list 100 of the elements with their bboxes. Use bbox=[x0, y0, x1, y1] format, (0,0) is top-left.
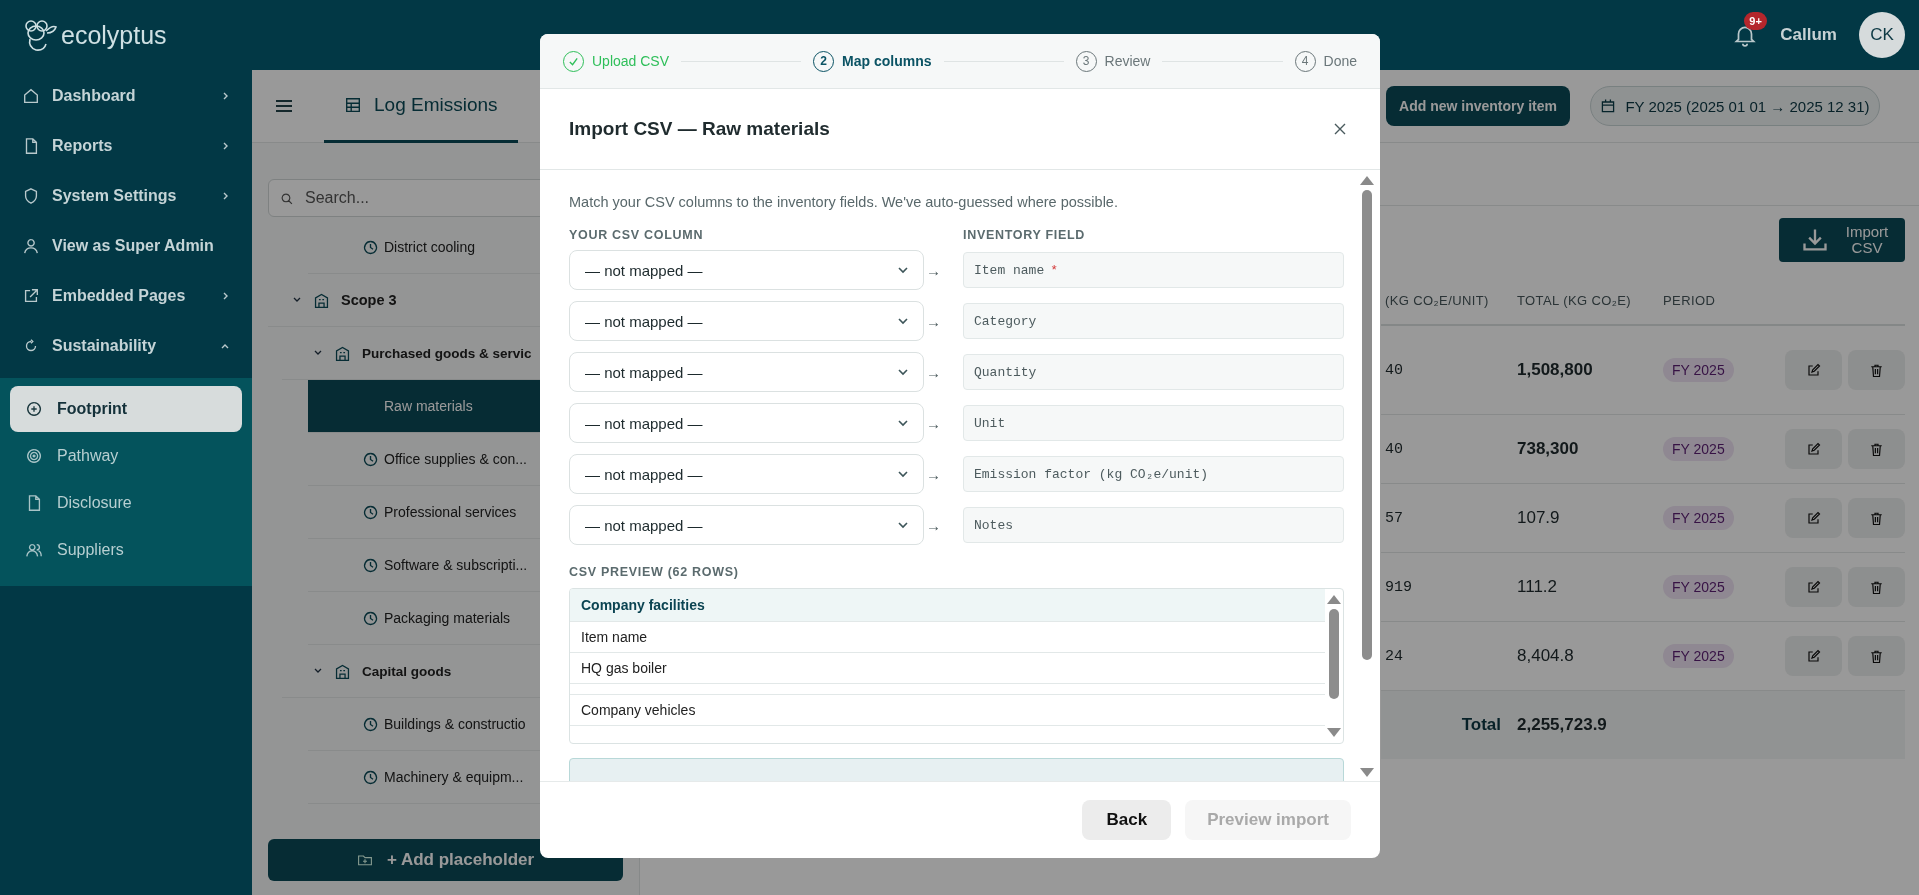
inventory-field: Category bbox=[963, 303, 1344, 339]
notification-badge: 9+ bbox=[1744, 12, 1767, 30]
column-select[interactable]: — not mapped — bbox=[569, 403, 924, 443]
trash-icon bbox=[1869, 362, 1884, 378]
required-marker: * bbox=[1050, 262, 1059, 278]
delete-button[interactable] bbox=[1848, 350, 1905, 390]
nav-item[interactable]: Reports bbox=[0, 121, 252, 171]
table-cell-text: 919 bbox=[1384, 578, 1413, 596]
koala-logo-icon bbox=[22, 17, 58, 53]
column-select[interactable]: — not mapped — bbox=[569, 454, 924, 494]
user-avatar[interactable]: CK bbox=[1859, 12, 1905, 58]
folder-plus-icon bbox=[356, 852, 373, 868]
step-label: Map columns bbox=[842, 53, 932, 69]
table-cell-text: 40 bbox=[1384, 440, 1404, 458]
edit-icon bbox=[1806, 441, 1821, 457]
trash-icon bbox=[1869, 510, 1884, 526]
close-icon bbox=[1334, 123, 1346, 135]
clock-icon bbox=[362, 609, 379, 627]
inventory-field: Emission factor (kg CO₂e/unit) bbox=[963, 456, 1344, 492]
nav-item[interactable]: Embedded Pages bbox=[0, 271, 252, 321]
chevron-down-icon bbox=[897, 468, 909, 480]
arrow-text: → bbox=[925, 363, 942, 381]
clock-icon bbox=[362, 768, 379, 786]
submenu-item[interactable]: Footprint bbox=[10, 386, 242, 432]
column-select[interactable]: — not mapped — bbox=[569, 301, 924, 341]
clock-icon bbox=[362, 556, 379, 574]
edit-button[interactable] bbox=[1785, 498, 1842, 538]
period-button[interactable]: FY 2025 (2025 01 01 → 2025 12 31) bbox=[1590, 86, 1880, 126]
add-inventory-item-button[interactable]: Add new inventory item bbox=[1386, 86, 1570, 126]
total-value: 2,255,723.9 bbox=[1517, 715, 1608, 735]
trash-icon bbox=[1869, 579, 1884, 595]
home-icon bbox=[22, 87, 40, 105]
nav-item[interactable]: Dashboard bbox=[0, 71, 252, 121]
delete-button[interactable] bbox=[1848, 567, 1905, 607]
arrow-text: → bbox=[925, 414, 942, 432]
column-select[interactable]: — not mapped — bbox=[569, 250, 924, 290]
dialog-title: Import CSV — Raw materials bbox=[569, 118, 830, 140]
building-icon bbox=[334, 344, 351, 362]
edit-icon bbox=[1806, 510, 1821, 526]
edit-button[interactable] bbox=[1785, 636, 1842, 676]
chevron-down-icon bbox=[897, 366, 909, 378]
table-cell-text: 24 bbox=[1384, 647, 1404, 665]
chevron-down-icon bbox=[897, 315, 909, 327]
chevron-down-icon bbox=[897, 519, 909, 531]
users-icon bbox=[25, 541, 43, 559]
submenu-item[interactable]: Disclosure bbox=[10, 480, 242, 526]
table-cell-text: 111.2 bbox=[1517, 577, 1559, 597]
building-icon bbox=[334, 662, 351, 680]
chevron-down-icon bbox=[897, 417, 909, 429]
table-cell-text: 107.9 bbox=[1517, 508, 1561, 528]
edit-icon bbox=[1806, 362, 1821, 378]
delete-button[interactable] bbox=[1848, 636, 1905, 676]
nav-item[interactable]: Sustainability bbox=[0, 321, 252, 371]
delete-button[interactable] bbox=[1848, 498, 1905, 538]
table-icon bbox=[344, 95, 362, 114]
arrow-text: → bbox=[925, 516, 942, 534]
delete-button[interactable] bbox=[1848, 429, 1905, 469]
submenu-item[interactable]: Pathway bbox=[10, 433, 242, 479]
inventory-field-heading: INVENTORY FIELD bbox=[963, 228, 1087, 242]
step-label: Done bbox=[1323, 53, 1357, 69]
arrow-text: → bbox=[925, 312, 942, 330]
period-tag: FY 2025 bbox=[1663, 437, 1734, 461]
inventory-field: Item name * bbox=[963, 252, 1344, 288]
clock-icon bbox=[362, 503, 379, 521]
external-icon bbox=[22, 287, 40, 305]
checkmark-icon bbox=[568, 55, 579, 67]
submenu-item[interactable]: Suppliers bbox=[10, 527, 242, 573]
column-header: TOTAL (KG CO₂E) bbox=[1517, 292, 1633, 308]
table-cell-text: 738,300 bbox=[1517, 439, 1580, 459]
column-select[interactable]: — not mapped — bbox=[569, 352, 924, 392]
clock-icon bbox=[362, 715, 379, 733]
table-cell-text: 8,404.8 bbox=[1517, 646, 1575, 666]
import-csv-button[interactable]: Import CSV bbox=[1779, 218, 1905, 262]
clock-icon bbox=[362, 450, 379, 468]
arrow-text: → bbox=[925, 465, 942, 483]
column-header: PERIOD bbox=[1663, 292, 1717, 308]
period-tag: FY 2025 bbox=[1663, 575, 1734, 599]
edit-button[interactable] bbox=[1785, 350, 1842, 390]
period-tag: FY 2025 bbox=[1663, 506, 1734, 530]
target-icon bbox=[25, 447, 43, 465]
back-button[interactable]: Back bbox=[1082, 800, 1172, 840]
step-label: Review bbox=[1104, 53, 1151, 69]
building-icon bbox=[313, 291, 330, 309]
inventory-field: Unit bbox=[963, 405, 1344, 441]
trash-icon bbox=[1869, 441, 1884, 457]
shield-icon bbox=[22, 187, 40, 205]
period-tag: FY 2025 bbox=[1663, 644, 1734, 668]
inventory-field: Quantity bbox=[963, 354, 1344, 390]
nav-item[interactable]: System Settings bbox=[0, 171, 252, 221]
nav-item[interactable]: View as Super Admin bbox=[0, 221, 252, 271]
clock-icon bbox=[362, 238, 379, 256]
inventory-field: Notes bbox=[963, 507, 1344, 543]
column-select[interactable]: — not mapped — bbox=[569, 505, 924, 545]
edit-button[interactable] bbox=[1785, 429, 1842, 469]
chevron-down-icon bbox=[897, 264, 909, 276]
edit-button[interactable] bbox=[1785, 567, 1842, 607]
table-cell-text: 40 bbox=[1384, 361, 1404, 379]
column-header: (KG CO₂E/UNIT) bbox=[1384, 292, 1490, 308]
logo-text: ecolyptus bbox=[61, 20, 167, 50]
user-name: Callum bbox=[1780, 25, 1837, 45]
